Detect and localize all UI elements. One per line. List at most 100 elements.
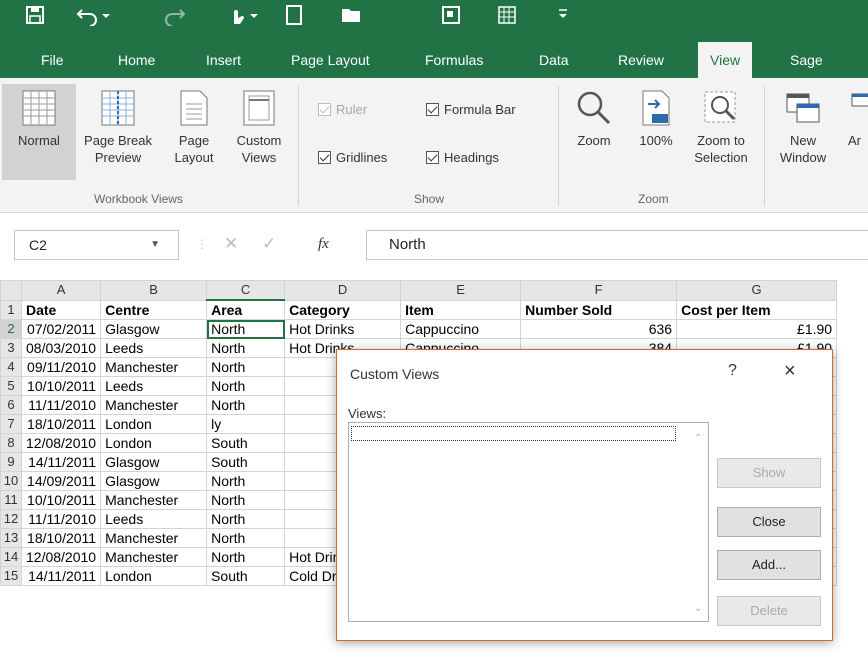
tab-insert[interactable]: Insert: [206, 42, 241, 78]
table-cell[interactable]: 10/10/2011: [20, 490, 102, 510]
column-header[interactable]: C: [206, 280, 286, 301]
table-cell[interactable]: London: [100, 433, 208, 453]
table-cell[interactable]: North: [206, 376, 286, 396]
table-cell[interactable]: London: [100, 566, 208, 586]
select-all-corner[interactable]: [0, 280, 22, 301]
table-cell[interactable]: £1.90: [676, 319, 838, 339]
zoom-100-button[interactable]: 100%: [630, 84, 682, 180]
row-header[interactable]: 1: [0, 299, 22, 320]
row-header[interactable]: 12: [0, 509, 22, 529]
table-cell[interactable]: 11/11/2010: [20, 509, 102, 529]
table-cell[interactable]: Cappuccino: [400, 319, 522, 339]
table-cell[interactable]: Manchester: [100, 528, 208, 548]
help-icon[interactable]: ?: [728, 362, 737, 380]
touch-mode-icon[interactable]: [226, 4, 260, 30]
table-cell[interactable]: North: [206, 395, 286, 415]
table-cell[interactable]: 12/08/2010: [20, 433, 102, 453]
column-header[interactable]: D: [284, 280, 402, 301]
table-cell[interactable]: Manchester: [100, 357, 208, 377]
table-cell[interactable]: 11/11/2010: [20, 395, 102, 415]
row-header[interactable]: 4: [0, 357, 22, 377]
table-cell[interactable]: North: [206, 490, 286, 510]
table-cell[interactable]: South: [206, 452, 286, 472]
table-cell[interactable]: 12/08/2010: [20, 547, 102, 567]
name-box[interactable]: C2 ▼: [14, 230, 179, 260]
header-cell[interactable]: Category: [284, 299, 402, 320]
new-window-button[interactable]: New Window: [772, 84, 834, 180]
table-cell[interactable]: Leeds: [100, 509, 208, 529]
arrange-all-button[interactable]: Ar: [842, 84, 868, 180]
table-cell[interactable]: Leeds: [100, 338, 208, 358]
table-cell[interactable]: North: [206, 338, 286, 358]
table-cell[interactable]: 14/11/2011: [20, 452, 102, 472]
table-cell[interactable]: 14/11/2011: [20, 566, 102, 586]
zoom-to-selection-button[interactable]: Zoom to Selection: [686, 84, 756, 180]
table-cell[interactable]: North: [206, 509, 286, 529]
name-box-dropdown-icon[interactable]: ▼: [150, 231, 160, 259]
table-cell[interactable]: 09/11/2010: [20, 357, 102, 377]
table-cell[interactable]: 636: [520, 319, 678, 339]
column-header[interactable]: G: [676, 280, 838, 301]
tab-page-layout[interactable]: Page Layout: [291, 42, 370, 78]
row-header[interactable]: 10: [0, 471, 22, 491]
row-header[interactable]: 14: [0, 547, 22, 567]
table-grid-icon[interactable]: [496, 4, 518, 30]
close-icon[interactable]: ×: [784, 360, 796, 383]
customize-qat-icon[interactable]: [556, 4, 570, 30]
table-cell[interactable]: 14/09/2011: [20, 471, 102, 491]
cancel-icon[interactable]: ✕: [224, 230, 238, 258]
new-file-icon[interactable]: [284, 4, 304, 30]
row-header[interactable]: 13: [0, 528, 22, 548]
save-icon[interactable]: [24, 4, 46, 30]
undo-icon[interactable]: [76, 4, 110, 30]
tab-file[interactable]: File: [41, 42, 64, 78]
table-cell[interactable]: Manchester: [100, 395, 208, 415]
tab-home[interactable]: Home: [118, 42, 155, 78]
header-cell[interactable]: Area: [206, 299, 286, 320]
scroll-up-icon[interactable]: ⌃: [694, 433, 702, 444]
table-cell[interactable]: South: [206, 433, 286, 453]
row-header[interactable]: 7: [0, 414, 22, 434]
page-layout-view-button[interactable]: Page Layout: [166, 84, 222, 180]
row-header[interactable]: 8: [0, 433, 22, 453]
formula-input[interactable]: North: [366, 230, 868, 260]
table-cell[interactable]: Glasgow: [100, 452, 208, 472]
enter-icon[interactable]: ✓: [262, 230, 276, 258]
table-cell[interactable]: 07/02/2011: [20, 319, 102, 339]
row-header[interactable]: 6: [0, 395, 22, 415]
row-header[interactable]: 15: [0, 566, 22, 586]
row-header[interactable]: 2: [0, 319, 22, 339]
tab-sage[interactable]: Sage: [790, 42, 823, 78]
header-cell[interactable]: Cost per Item: [676, 299, 838, 320]
tab-data[interactable]: Data: [539, 42, 569, 78]
table-cell[interactable]: 18/10/2011: [20, 528, 102, 548]
views-listbox[interactable]: ⌃ ⌄: [348, 422, 709, 622]
table-cell[interactable]: Glasgow: [100, 471, 208, 491]
normal-view-button[interactable]: Normal: [2, 84, 76, 180]
table-cell[interactable]: Manchester: [100, 547, 208, 567]
table-cell[interactable]: Glasgow: [100, 319, 208, 339]
column-header[interactable]: F: [520, 280, 678, 301]
table-cell[interactable]: Manchester: [100, 490, 208, 510]
tab-view[interactable]: View: [698, 42, 753, 78]
table-cell[interactable]: North: [206, 528, 286, 548]
table-cell[interactable]: London: [100, 414, 208, 434]
add-button[interactable]: Add...: [717, 550, 821, 580]
table-cell[interactable]: 10/10/2011: [20, 376, 102, 396]
insert-function-icon[interactable]: fx: [318, 230, 329, 258]
row-header[interactable]: 3: [0, 338, 22, 358]
page-break-preview-button[interactable]: Page Break Preview: [78, 84, 158, 180]
table-cell[interactable]: 18/10/2011: [20, 414, 102, 434]
listbox-scrollbar[interactable]: ⌃ ⌄: [691, 423, 708, 621]
tab-formulas[interactable]: Formulas: [425, 42, 483, 78]
row-header[interactable]: 9: [0, 452, 22, 472]
table-cell[interactable]: North: [206, 547, 286, 567]
tab-review[interactable]: Review: [618, 42, 664, 78]
print-preview-icon[interactable]: [440, 4, 462, 30]
zoom-button[interactable]: Zoom: [566, 84, 622, 180]
column-header[interactable]: E: [400, 280, 522, 301]
row-header[interactable]: 5: [0, 376, 22, 396]
gridlines-checkbox[interactable]: Gridlines: [318, 150, 387, 165]
headings-checkbox[interactable]: Headings: [426, 150, 499, 165]
table-cell[interactable]: South: [206, 566, 286, 586]
